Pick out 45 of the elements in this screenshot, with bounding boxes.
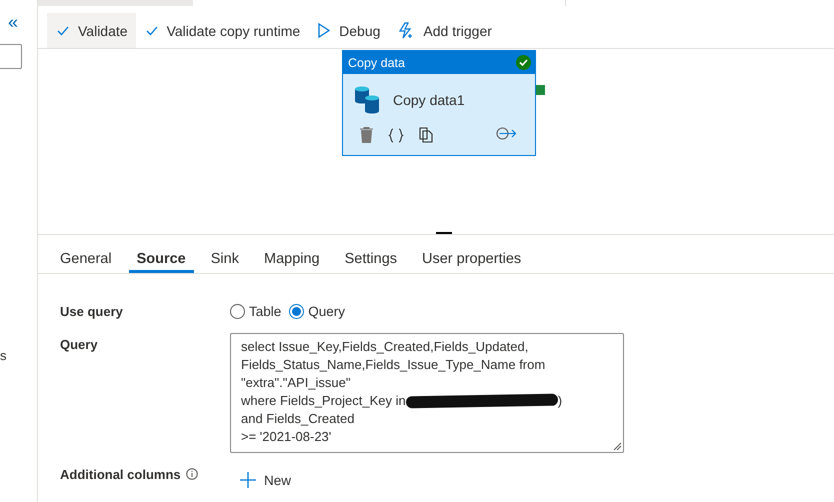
toolbar-button[interactable]: Validate (47, 13, 136, 48)
lightning-icon (398, 22, 414, 39)
database-icon (355, 86, 381, 114)
tab[interactable]: Source (128, 235, 194, 273)
tab[interactable]: General (52, 235, 120, 273)
info-icon[interactable] (186, 468, 198, 480)
copy-icon[interactable] (419, 127, 433, 143)
arrow-circle-icon[interactable] (496, 127, 517, 140)
toolbar-button[interactable]: Add trigger (388, 13, 500, 48)
query-text-line: select Issue_Key,Fields_Created,Fields_Updated, (241, 338, 528, 356)
toolbar-button[interactable]: Validate copy runtime (136, 13, 308, 48)
radio-option[interactable]: Query (289, 304, 346, 319)
radio-button[interactable] (230, 304, 245, 319)
activity-name: Copy data1 (393, 92, 465, 108)
radio-option[interactable]: Table (230, 304, 282, 319)
new-button[interactable]: New (230, 467, 834, 493)
query-text-line: Fields_Status_Name,Fields_Issue_Type_Name from (241, 356, 546, 374)
code-icon[interactable] (388, 128, 404, 142)
sidebar-text: s (0, 348, 8, 363)
collapse-button[interactable]: « (8, 12, 37, 32)
resize-grip-icon[interactable] (613, 442, 622, 451)
resize-handle[interactable] (436, 232, 452, 234)
query-text-line: >= '2021-08-23' (241, 428, 332, 446)
radio-button[interactable] (289, 304, 304, 319)
query-text-line: "extra"."API_issue" (241, 374, 351, 392)
tab[interactable]: Mapping (256, 235, 328, 273)
tab[interactable]: User properties (414, 235, 530, 273)
check-icon (146, 26, 158, 36)
field-label: Query (60, 337, 99, 354)
query-text-line: where Fields_Project_Key in (241, 392, 406, 410)
query-field[interactable]: select Issue_Key,Fields_Created,Fields_Updated, Fields_Status_Name,Fields_Issue_Type_Name from "extra"."API_issue" where Fields_Project_Key in ) and Fields_Created >= '2021-08-23' (230, 333, 624, 453)
input-field[interactable] (0, 44, 22, 69)
query-text-line: ) (558, 392, 562, 410)
trash-icon[interactable] (360, 127, 373, 143)
plus-icon (240, 472, 256, 488)
activity-type: Copy data (348, 56, 405, 70)
activity-card[interactable]: Copy data Copy data1 (342, 50, 536, 156)
tab[interactable]: Settings (336, 235, 406, 273)
tab[interactable]: Sink (202, 235, 247, 273)
query-text-line: and Fields_Created (241, 410, 354, 428)
play-icon (318, 23, 330, 38)
check-icon (57, 26, 69, 36)
field-label: Use query (60, 304, 124, 319)
toolbar-button[interactable]: Debug (308, 13, 388, 48)
field-label: Additional columns (60, 467, 181, 482)
